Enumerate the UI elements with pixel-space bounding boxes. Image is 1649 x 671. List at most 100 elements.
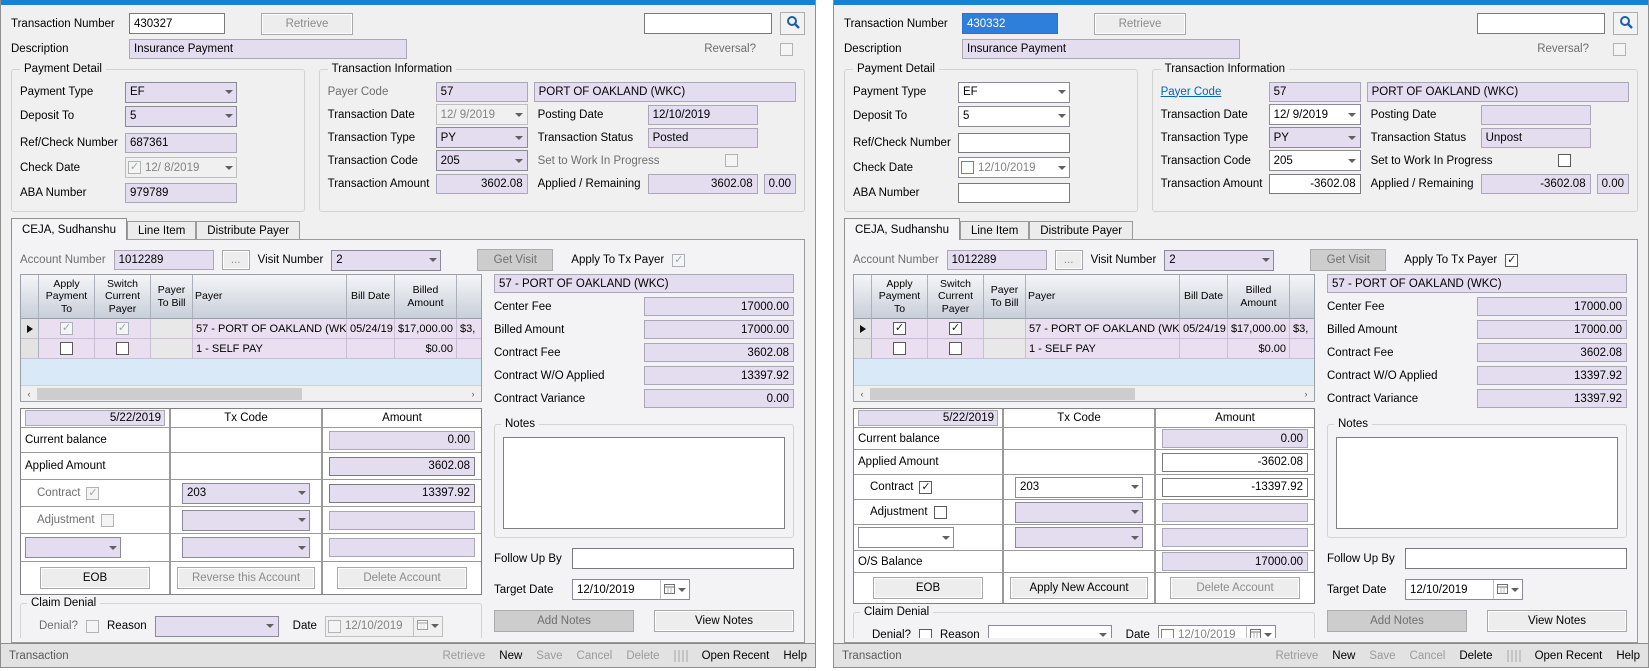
deposit-to-combo[interactable]: 5 xyxy=(125,106,237,127)
get-visit-button[interactable]: Get Visit xyxy=(477,249,553,271)
transaction-code-combo[interactable]: 205 xyxy=(436,150,528,171)
switch-payer-checkbox[interactable] xyxy=(116,342,129,355)
denial-checkbox[interactable] xyxy=(919,629,932,639)
status-cancel[interactable]: Cancel xyxy=(577,650,613,662)
table-row[interactable]: 1 - SELF PAY $0.00 xyxy=(854,339,1314,359)
status-cancel[interactable]: Cancel xyxy=(1410,650,1446,662)
notes-textarea[interactable] xyxy=(1336,437,1618,529)
add-notes-button[interactable]: Add Notes xyxy=(1327,610,1467,632)
tab-distribute-payer[interactable]: Distribute Payer xyxy=(1029,221,1133,240)
adjustment-amount-field[interactable] xyxy=(1162,503,1308,522)
delete-account-button[interactable]: Delete Account xyxy=(337,567,467,589)
scroll-right-icon[interactable]: › xyxy=(1298,389,1314,399)
horizontal-scrollbar[interactable]: ‹ › xyxy=(21,385,481,401)
denial-date-picker[interactable]: 12/10/2019 xyxy=(325,616,443,637)
transaction-number-input[interactable] xyxy=(129,13,225,34)
wip-checkbox[interactable] xyxy=(1558,154,1571,167)
reverse-account-button[interactable]: Reverse this Account xyxy=(177,567,315,589)
wip-checkbox[interactable] xyxy=(725,154,738,167)
scrollbar-thumb[interactable] xyxy=(37,388,302,400)
status-delete[interactable]: Delete xyxy=(626,650,659,662)
status-help[interactable]: Help xyxy=(783,650,807,662)
view-notes-button[interactable]: View Notes xyxy=(1487,610,1627,632)
contract-code-combo[interactable]: 203 xyxy=(182,483,310,504)
extra-amount-field[interactable] xyxy=(1162,528,1308,547)
retrieve-button[interactable]: Retrieve xyxy=(261,13,353,35)
retrieve-button[interactable]: Retrieve xyxy=(1094,13,1186,35)
notes-textarea[interactable] xyxy=(503,437,785,529)
denial-date-picker[interactable]: 12/10/2019 xyxy=(1158,625,1276,639)
reversal-checkbox[interactable] xyxy=(1613,43,1626,56)
eob-button[interactable]: EOB xyxy=(873,577,983,599)
eob-button[interactable]: EOB xyxy=(40,567,150,589)
extra-code-combo[interactable] xyxy=(1015,527,1143,548)
account-lookup-button[interactable]: ... xyxy=(222,250,250,270)
transaction-type-combo[interactable]: PY xyxy=(1269,127,1361,148)
search-button[interactable] xyxy=(1613,12,1638,35)
status-new[interactable]: New xyxy=(499,650,522,662)
denial-date-checkbox[interactable] xyxy=(1161,629,1174,639)
extra-type-combo[interactable] xyxy=(858,527,954,548)
adjustment-checkbox[interactable] xyxy=(934,506,947,519)
table-row[interactable]: 57 - PORT OF OAKLAND (WK 05/24/19 $17,00… xyxy=(854,319,1314,339)
contract-amount-field[interactable]: 13397.92 xyxy=(329,484,475,503)
adjustment-amount-field[interactable] xyxy=(329,511,475,530)
applied-amount-field[interactable]: 3602.08 xyxy=(329,457,475,476)
status-open-recent[interactable]: Open Recent xyxy=(702,650,770,662)
target-date-picker[interactable]: 12/10/2019 xyxy=(572,579,690,600)
status-retrieve[interactable]: Retrieve xyxy=(442,650,485,662)
check-date-checkbox[interactable] xyxy=(128,161,141,174)
aba-field[interactable]: 979789 xyxy=(125,183,237,203)
transaction-amount-field[interactable]: -3602.08 xyxy=(1269,174,1361,194)
payment-type-combo[interactable]: EF xyxy=(958,82,1070,103)
transaction-code-combo[interactable]: 205 xyxy=(1269,150,1361,171)
transaction-date-picker[interactable]: 12/ 9/2019 xyxy=(1269,104,1361,125)
scroll-left-icon[interactable]: ‹ xyxy=(21,389,37,399)
apply-payment-checkbox[interactable] xyxy=(60,322,73,335)
extra-type-combo[interactable] xyxy=(25,537,121,558)
denial-date-checkbox[interactable] xyxy=(328,620,341,633)
adjustment-code-combo[interactable] xyxy=(1015,502,1143,523)
target-date-picker[interactable]: 12/10/2019 xyxy=(1405,579,1523,600)
transaction-number-input[interactable] xyxy=(962,13,1058,34)
payer-code-link[interactable]: Payer Code xyxy=(1161,86,1263,98)
apply-payment-checkbox[interactable] xyxy=(893,342,906,355)
status-retrieve[interactable]: Retrieve xyxy=(1275,650,1318,662)
switch-payer-checkbox[interactable] xyxy=(949,322,962,335)
reversal-checkbox[interactable] xyxy=(780,43,793,56)
add-notes-button[interactable]: Add Notes xyxy=(494,610,634,632)
check-date-picker[interactable]: 12/10/2019 xyxy=(958,157,1070,178)
contract-amount-field[interactable]: -13397.92 xyxy=(1162,478,1308,497)
aba-field[interactable] xyxy=(958,183,1070,203)
status-save[interactable]: Save xyxy=(1369,650,1395,662)
switch-payer-checkbox[interactable] xyxy=(116,322,129,335)
account-number-field[interactable]: 1012289 xyxy=(114,250,214,270)
extra-code-combo[interactable] xyxy=(182,537,310,558)
tab-line-item[interactable]: Line Item xyxy=(127,221,196,240)
transaction-type-combo[interactable]: PY xyxy=(436,127,528,148)
check-date-checkbox[interactable] xyxy=(961,161,974,174)
view-notes-button[interactable]: View Notes xyxy=(654,610,794,632)
account-number-field[interactable]: 1012289 xyxy=(947,250,1047,270)
search-input[interactable] xyxy=(1477,13,1605,34)
visit-number-combo[interactable]: 2 xyxy=(331,250,441,271)
tab-patient[interactable]: CEJA, Sudhanshu xyxy=(844,218,960,240)
ref-check-field[interactable]: 687361 xyxy=(125,133,237,153)
extra-amount-field[interactable] xyxy=(329,538,475,557)
apply-payment-checkbox[interactable] xyxy=(60,342,73,355)
reason-combo[interactable] xyxy=(155,616,279,637)
transaction-date-picker[interactable]: 12/ 9/2019 xyxy=(436,104,528,125)
scrollbar-thumb[interactable] xyxy=(870,388,1135,400)
account-lookup-button[interactable]: ... xyxy=(1055,250,1083,270)
apply-to-tx-payer-checkbox[interactable] xyxy=(1505,254,1518,267)
table-row[interactable]: 1 - SELF PAY $0.00 xyxy=(21,339,481,359)
status-help[interactable]: Help xyxy=(1616,650,1640,662)
apply-new-account-button[interactable]: Apply New Account xyxy=(1010,577,1148,599)
status-new[interactable]: New xyxy=(1332,650,1355,662)
search-button[interactable] xyxy=(780,12,805,35)
status-delete[interactable]: Delete xyxy=(1459,650,1492,662)
horizontal-scrollbar[interactable]: ‹ › xyxy=(854,385,1314,401)
ref-check-field[interactable] xyxy=(958,133,1070,153)
reason-combo[interactable] xyxy=(988,625,1112,639)
adjustment-checkbox[interactable] xyxy=(101,514,114,527)
